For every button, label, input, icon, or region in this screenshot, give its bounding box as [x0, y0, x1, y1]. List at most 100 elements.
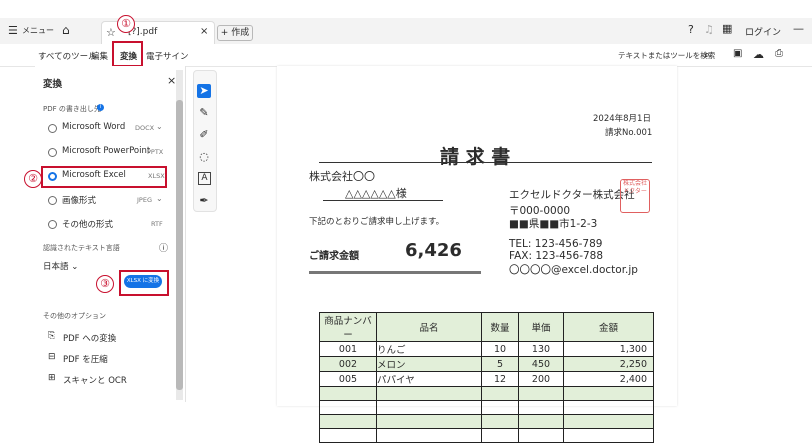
- help-icon[interactable]: ⓘ: [159, 241, 168, 254]
- table-row-empty: [319, 400, 654, 415]
- menu-label[interactable]: メニュー: [22, 25, 54, 36]
- annotation-step-3: ③: [96, 275, 114, 293]
- table-header-row: 商品ナンバー 品名 数量 単価 金額: [319, 312, 654, 342]
- save-icon[interactable]: ▣: [733, 48, 742, 59]
- option-other-ext: RTF: [151, 220, 163, 228]
- menu-esign[interactable]: 電子サイン: [146, 50, 189, 62]
- table-row-empty: [319, 386, 654, 401]
- new-tab-button[interactable]: + 作成: [217, 25, 253, 41]
- option-image-ext: JPEG: [137, 196, 152, 204]
- search-tools-label[interactable]: テキストまたはツールを検索: [618, 50, 715, 61]
- option-powerpoint-label[interactable]: Microsoft PowerPoint: [62, 146, 150, 156]
- menu-edit[interactable]: 編集: [91, 50, 108, 62]
- search-icon[interactable]: ⌕: [704, 48, 710, 62]
- lang-select[interactable]: 日本語 ⌄: [43, 260, 78, 272]
- invoice-title: 請 求 書: [440, 146, 511, 168]
- cell-item: メロン: [376, 356, 482, 372]
- title-underline: [319, 162, 652, 163]
- bell-icon[interactable]: ♫: [704, 23, 714, 36]
- info-icon[interactable]: i: [97, 104, 104, 111]
- menu-all-tools[interactable]: すべてのツール: [38, 50, 97, 62]
- company-email: 〇〇〇〇@excel.doctor.jp: [509, 264, 638, 276]
- radio-other[interactable]: [48, 220, 57, 229]
- radio-image[interactable]: [48, 196, 57, 205]
- cell-amount: 1,300: [563, 341, 654, 357]
- table-row: 002 メロン 5 450 2,250: [319, 356, 654, 372]
- scan-icon: ⊞: [48, 373, 56, 383]
- column-header: 商品ナンバー: [319, 312, 377, 342]
- company-name: エクセルドクター株式会社: [509, 189, 635, 201]
- home-icon[interactable]: ⌂: [62, 23, 70, 37]
- column-header: 品名: [376, 312, 482, 342]
- compress-icon: ⊟: [48, 352, 56, 362]
- pen-icon[interactable]: ✐: [197, 128, 211, 142]
- option-image-label[interactable]: 画像形式: [62, 194, 96, 206]
- invoice-table: 商品ナンバー 品名 数量 単価 金額 001 りんご 10 130 1,300 …: [319, 312, 654, 443]
- cell-number: 005: [319, 371, 377, 387]
- radio-powerpoint[interactable]: [48, 148, 57, 157]
- cell-amount: 2,250: [563, 356, 654, 372]
- apps-grid-icon[interactable]: ▦: [722, 22, 732, 35]
- addressee-underline: [323, 200, 443, 201]
- option-word-ext: DOCX: [135, 124, 155, 132]
- pdf-page: 2024年8月1日 請求No.001 請 求 書 株式会社〇〇 △△△△△△様 …: [277, 66, 677, 443]
- hamburger-icon[interactable]: ☰: [8, 24, 18, 37]
- close-panel-icon[interactable]: ×: [167, 74, 176, 87]
- cell-item: パパイヤ: [376, 371, 482, 387]
- stamp-icon[interactable]: ✒: [197, 194, 211, 208]
- invoice-number: 請求No.001: [605, 128, 653, 138]
- invoice-note: 下記のとおりご請求申し上げます。: [309, 217, 445, 227]
- minimize-icon[interactable]: —: [793, 22, 804, 35]
- column-header: 数量: [481, 312, 519, 342]
- other-scan-ocr[interactable]: スキャンと OCR: [63, 374, 127, 386]
- company-tel: TEL: 123-456-789: [509, 238, 603, 250]
- upload-cloud-icon[interactable]: ☁: [753, 48, 764, 61]
- invoice-amount: 6,426: [405, 240, 462, 261]
- highlight-convert-menu: [112, 41, 143, 67]
- table-row: 001 りんご 10 130 1,300: [319, 341, 654, 357]
- chevron-down-icon[interactable]: ⌄: [156, 122, 163, 131]
- column-header: 金額: [563, 312, 654, 342]
- cell-item: りんご: [376, 341, 482, 357]
- pdf-convert-icon: ⎘: [48, 331, 56, 341]
- cell-number: 002: [319, 356, 377, 372]
- annotation-step-2: ②: [24, 170, 42, 188]
- export-label: PDF の書き出し先: [43, 105, 101, 113]
- help-icon[interactable]: ?: [688, 23, 694, 36]
- invoice-date: 2024年8月1日: [593, 114, 651, 124]
- text-box-icon[interactable]: A: [198, 172, 211, 185]
- login-link[interactable]: ログイン: [745, 25, 781, 38]
- star-icon[interactable]: ☆: [106, 26, 116, 39]
- other-pdf-convert[interactable]: PDF への変換: [63, 332, 116, 344]
- option-word-label[interactable]: Microsoft Word: [62, 122, 125, 132]
- customer-name: 株式会社〇〇: [309, 170, 375, 183]
- table-row-empty: [319, 414, 654, 429]
- radio-word[interactable]: [48, 124, 57, 133]
- lang-label: 認識されたテキスト言語: [43, 244, 120, 252]
- cell-price: 450: [518, 356, 564, 372]
- cell-qty: 5: [481, 356, 519, 372]
- lasso-icon[interactable]: ◌: [197, 150, 211, 164]
- cell-amount: 2,400: [563, 371, 654, 387]
- company-fax: FAX: 123-456-788: [509, 250, 604, 262]
- cell-number: 001: [319, 341, 377, 357]
- company-seal: 株式会社ドクター: [620, 179, 650, 213]
- option-other-label[interactable]: その他の形式: [62, 218, 113, 230]
- print-icon[interactable]: ⎙: [775, 48, 783, 59]
- cell-qty: 10: [481, 341, 519, 357]
- comment-icon[interactable]: ✎: [197, 106, 211, 120]
- chevron-down-icon[interactable]: ⌄: [156, 194, 163, 203]
- amount-underline: [309, 271, 481, 274]
- column-header: 単価: [518, 312, 564, 342]
- convert-panel: 変換 × PDF の書き出し先 i Microsoft Word DOCX ⌄ …: [35, 66, 186, 402]
- other-pdf-compress[interactable]: PDF を圧縮: [63, 353, 108, 365]
- panel-title: 変換: [43, 79, 63, 90]
- panel-scrollbar-thumb[interactable]: [176, 100, 183, 390]
- cell-qty: 12: [481, 371, 519, 387]
- select-cursor-icon[interactable]: ➤: [197, 84, 211, 98]
- table-row: 005 パパイヤ 12 200 2,400: [319, 371, 654, 387]
- cell-price: 130: [518, 341, 564, 357]
- highlight-convert-button: [119, 270, 169, 296]
- cell-price: 200: [518, 371, 564, 387]
- close-tab-icon[interactable]: ×: [200, 26, 208, 37]
